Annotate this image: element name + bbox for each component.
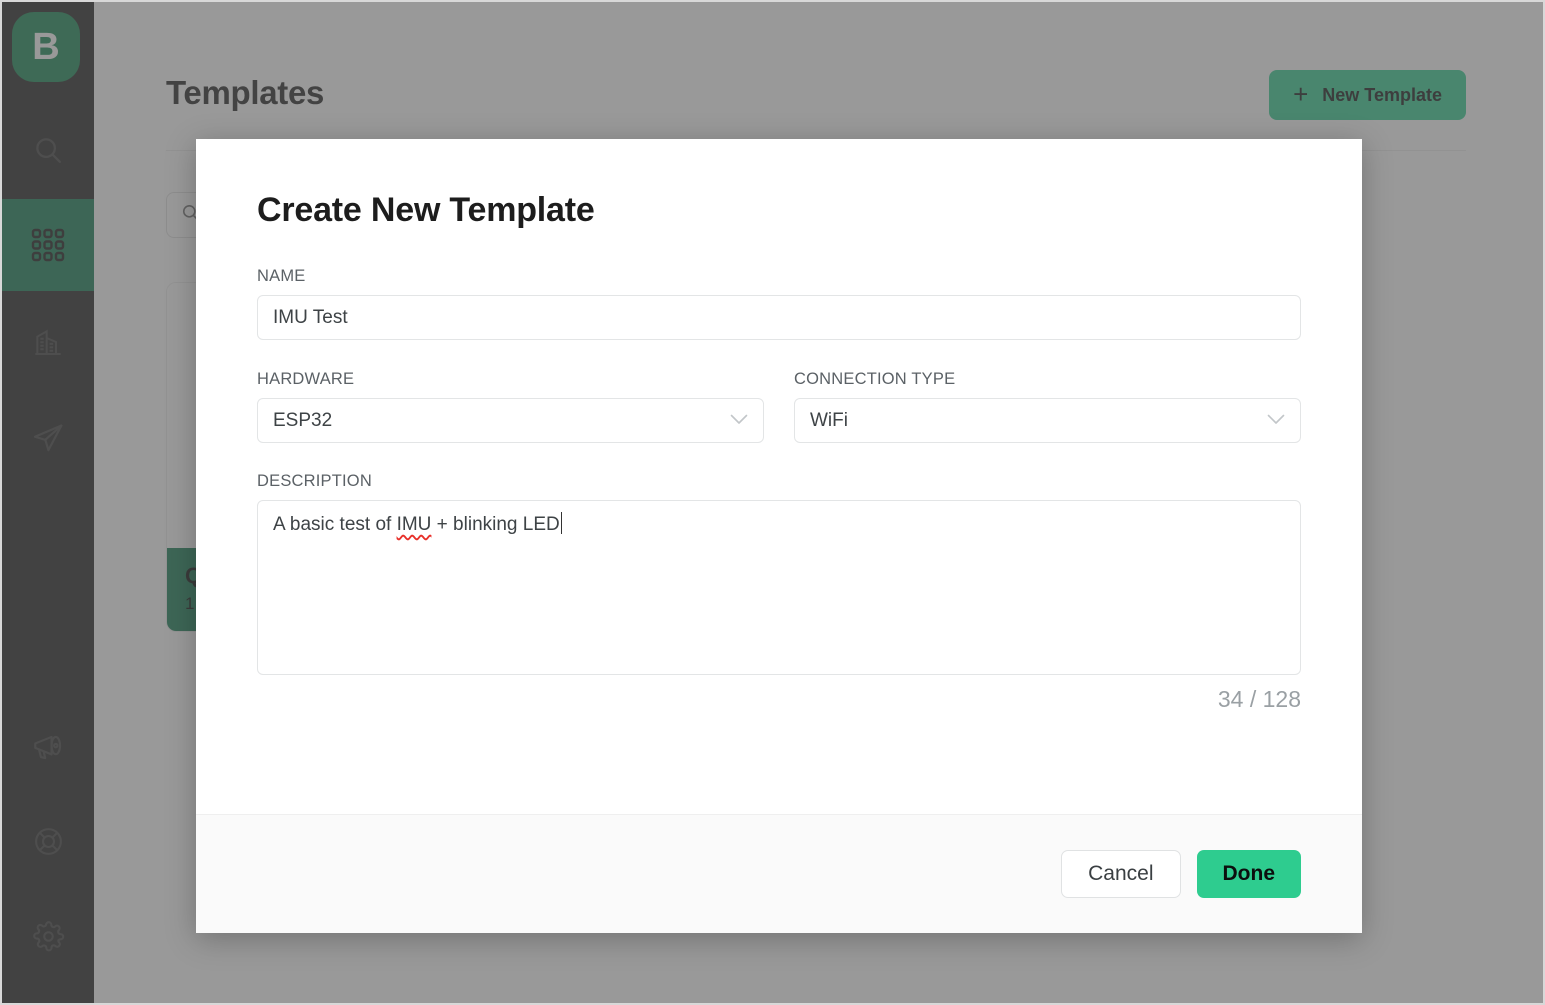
description-label: DESCRIPTION — [257, 472, 1301, 491]
done-button[interactable]: Done — [1197, 850, 1302, 898]
description-field-group: DESCRIPTION A basic test of IMU + blinki… — [257, 472, 1301, 713]
description-text-prefix: A basic test of — [273, 514, 397, 535]
name-label: NAME — [257, 267, 1301, 286]
name-field-group: NAME — [257, 267, 1301, 340]
connection-type-select[interactable] — [794, 398, 1301, 443]
connection-type-select-wrapper[interactable] — [794, 398, 1301, 443]
hardware-select[interactable] — [257, 398, 764, 443]
hardware-connection-row: HARDWARE CONNECTION TYPE — [257, 370, 1301, 443]
hardware-field-group: HARDWARE — [257, 370, 764, 443]
description-misspelled-word: IMU — [397, 514, 432, 535]
description-textarea[interactable]: A basic test of IMU + blinking LED — [257, 500, 1301, 675]
modal-title: Create New Template — [257, 191, 1301, 230]
connection-type-field-group: CONNECTION TYPE — [794, 370, 1301, 443]
modal-body: Create New Template NAME HARDWARE — [196, 139, 1362, 814]
cancel-button[interactable]: Cancel — [1061, 850, 1180, 898]
description-text-suffix: + blinking LED — [431, 514, 559, 535]
create-template-modal: Create New Template NAME HARDWARE — [196, 139, 1362, 933]
connection-type-label: CONNECTION TYPE — [794, 370, 1301, 389]
hardware-select-wrapper[interactable] — [257, 398, 764, 443]
modal-footer: Cancel Done — [196, 814, 1362, 933]
name-input[interactable] — [257, 295, 1301, 340]
text-caret — [561, 512, 563, 534]
browser-window: Templates + New Template Q 1 D — [0, 0, 1545, 1005]
hardware-label: HARDWARE — [257, 370, 764, 389]
character-counter: 34 / 128 — [257, 686, 1301, 713]
